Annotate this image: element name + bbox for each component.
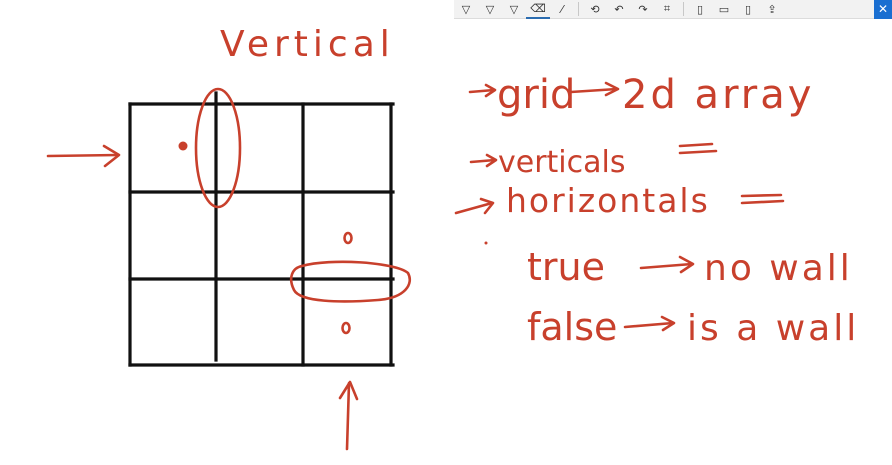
equals-horizontals [740,193,785,205]
vertical-wall-circle [194,87,242,209]
note-horizontals: horizontals [506,181,710,220]
note-verticals: verticals [498,145,626,180]
note-2d-array: 2d array [622,72,814,118]
cell-dot [343,231,353,245]
left-arrow-shaft [46,153,120,158]
drawing-canvas[interactable]: Vertical grid 2d array verticals horizon… [0,0,892,465]
note-no-wall: no wall [704,248,853,289]
arrow-false [623,321,675,329]
ink-annotations [46,81,785,451]
cell-dot [178,141,188,151]
bottom-arrow-shaft [345,381,351,451]
ink-speck [484,241,488,245]
cell-dot [341,321,351,335]
arrow-true [639,262,694,270]
note-false: false [527,305,617,349]
note-grid: grid [497,72,575,118]
note-true: true [527,245,605,289]
maze-grid [128,91,395,367]
note-is-a-wall: is a wall [687,308,859,349]
label-vertical: Vertical [220,24,395,65]
equals-verticals [678,142,718,155]
